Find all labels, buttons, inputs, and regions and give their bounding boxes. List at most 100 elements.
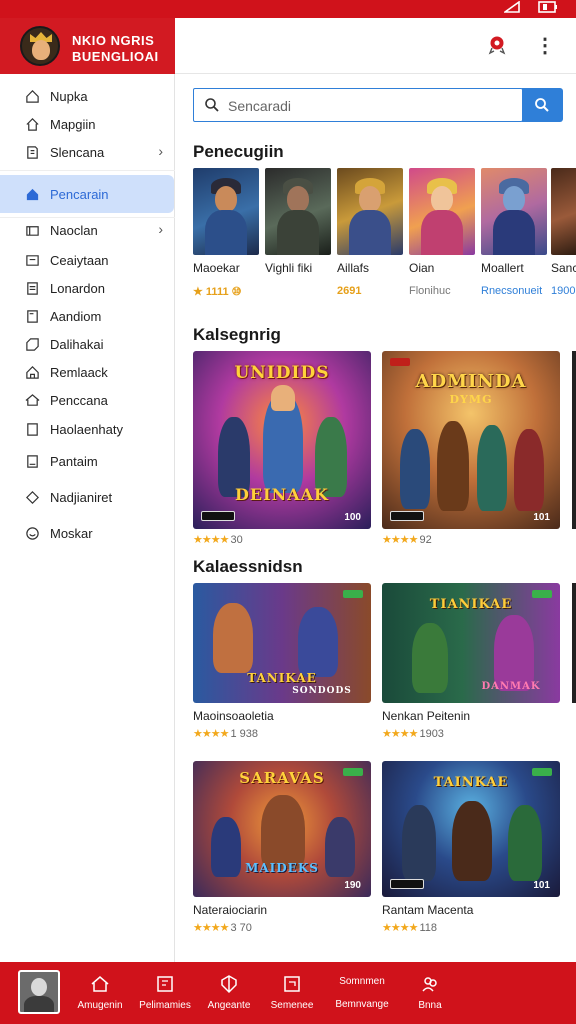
page-icon — [24, 421, 40, 437]
game-card[interactable]: TIANIKAE DANMAK Nenkan Peitenin ★★★★ 1903 — [382, 583, 560, 740]
game-art-subtitle: DYMG — [449, 393, 493, 406]
square-icon — [284, 976, 300, 992]
sidebar-item-pantaim[interactable]: Pantaim — [0, 447, 175, 475]
game-name: Nateraiociarin — [193, 903, 268, 917]
sidebar-item-dalihakai[interactable]: Dalihakai — [0, 330, 175, 358]
sidebar-item-label: Naoclan — [50, 222, 98, 238]
stars-icon: ★★★★ — [382, 534, 418, 546]
game-card-art: TAINKAE 101 — [382, 761, 560, 897]
sidebar-item-mapgiin[interactable]: Mapgiin — [0, 110, 175, 138]
app-brand[interactable]: NKIO NGRIS BUENGLIOAI — [0, 18, 175, 74]
game-thumbnail — [409, 168, 475, 255]
game-count: 101 — [533, 880, 550, 891]
search-icon — [535, 98, 549, 112]
game-card-art: ADMINDA DYMG 101 — [382, 351, 560, 529]
game-card-art: TIANIKAE DANMAK — [382, 583, 560, 703]
game-count: 190 — [344, 880, 361, 891]
chevron-right-icon: › — [158, 221, 163, 237]
game-name: Nenkan Peitenin — [382, 709, 471, 723]
game-meta: 2691 — [337, 285, 362, 297]
game-meta: ★ 1111 ⑩ — [193, 286, 242, 298]
bottom-nav-item-semenee[interactable]: Semenee — [254, 968, 330, 1018]
game-card[interactable]: TAINKAE 101 Rantam Macenta ★★★★ 118 — [382, 761, 560, 934]
bottom-nav-label: Bemnvange — [335, 999, 389, 1010]
tag-icon — [24, 336, 40, 352]
game-card[interactable]: SARAVAS MAIDEKS 190 Nateraiociarin ★★★★ 3… — [193, 761, 371, 934]
game-card[interactable]: TANIKAE SONDODS Maoinsoaoletia ★★★★ 1 938 — [193, 583, 371, 740]
section-title-recommended: Penecugiin — [193, 142, 284, 161]
game-name: Maoinsoaoletia — [193, 709, 274, 723]
game-thumbnail — [481, 168, 547, 255]
bottom-nav-sublabel: Somnmen — [339, 976, 385, 987]
sidebar-item-nadjianiret[interactable]: Nadjianiret — [0, 483, 175, 511]
game-tile[interactable]: Oian Flonihuc — [409, 168, 475, 297]
game-meta: Flonihuc — [409, 285, 451, 297]
game-art-subtitle: SONDODS — [292, 686, 352, 696]
document-icon — [24, 252, 40, 268]
game-art-title: TAINKAE — [433, 775, 509, 790]
section-title-categories: Kalsegnrig — [193, 325, 281, 344]
game-card[interactable]: ADMINDA DYMG 101 ★★★★ 92 — [382, 351, 560, 546]
search-button[interactable] — [522, 88, 563, 122]
sidebar-item-moskar[interactable]: Moskar — [0, 519, 175, 547]
app-logo — [20, 26, 60, 66]
game-name: Maoekar — [193, 261, 240, 275]
game-tile[interactable]: Vighli fiki — [265, 168, 331, 285]
notification-bell-icon[interactable] — [487, 34, 507, 56]
top-bar: ⋮ — [175, 18, 576, 74]
avatar[interactable] — [18, 970, 60, 1014]
page-icon — [24, 453, 40, 469]
bottom-nav: Amugenin Pelimamies Angeante Semenee Som… — [0, 962, 576, 1024]
game-meta: 1900 — [551, 285, 576, 297]
house-outline-icon — [24, 116, 40, 132]
sidebar-item-remlaack[interactable]: Remlaack — [0, 358, 175, 386]
game-name: Sanc — [551, 261, 576, 275]
game-art-title: TIANIKAE — [429, 597, 513, 612]
game-card-art: UNIDIDS DEINAAK 100 — [193, 351, 371, 529]
bottom-nav-item-bnna[interactable]: Bnna — [392, 968, 468, 1018]
sidebar-item-slencana[interactable]: Slencana › — [0, 138, 175, 166]
game-rating: ★★★★ 1903 — [382, 728, 444, 740]
game-tile[interactable]: Maoekar ★ 1111 ⑩ — [193, 168, 259, 298]
sidebar-item-label: Dalihakai — [50, 336, 104, 352]
people-icon — [422, 977, 437, 992]
bottom-nav-label: Bnna — [418, 1000, 442, 1011]
more-options-icon[interactable]: ⋮ — [535, 34, 555, 58]
sidebar-item-penccana[interactable]: Penccana — [0, 386, 175, 414]
game-art-subtitle: DANMAK — [481, 681, 541, 692]
sidebar-item-pencarain[interactable]: Pencarain — [0, 175, 174, 213]
section-title-new: Kalaessnidsn — [193, 557, 303, 576]
home-icon — [24, 88, 40, 104]
game-name: Oian — [409, 261, 435, 275]
sidebar-item-haolaenhaty[interactable]: Haolaenhaty — [0, 415, 175, 443]
sidebar-item-aandiom[interactable]: Aandiom — [0, 302, 175, 330]
game-name: Vighli fiki — [265, 261, 313, 275]
home-outline-icon — [91, 976, 109, 992]
sidebar-item-label: Haolaenhaty — [50, 421, 123, 437]
brand-title-line2: BUENGLIOAI — [72, 49, 159, 64]
list-icon — [24, 280, 40, 296]
sidebar-item-ceaiytaan[interactable]: Ceaiytaan — [0, 246, 175, 274]
brand-title-line1: NKIO NGRIS — [72, 33, 155, 48]
game-card-art: TANIKAE SONDODS — [193, 583, 371, 703]
home-icon — [24, 364, 40, 380]
sidebar-item-label: Lonardon — [50, 280, 105, 296]
game-tile[interactable]: Moallert Rnecsonueit — [481, 168, 547, 297]
sidebar-item-lonardon[interactable]: Lonardon — [0, 274, 175, 302]
game-meta: Rnecsonueit — [481, 285, 543, 297]
bottom-nav-item-bemnvange[interactable]: Somnmen Bemnvange — [324, 968, 400, 1018]
shield-icon — [221, 975, 237, 994]
game-card[interactable]: UNIDIDS DEINAAK 100 ★★★★ 30 — [193, 351, 371, 546]
game-tile[interactable]: Aillafs 2691 — [337, 168, 403, 297]
game-art-title: SARAVAS — [239, 769, 325, 787]
bottom-nav-label: Semenee — [270, 1000, 314, 1011]
sidebar-item-naoclan[interactable]: Naoclan › — [0, 216, 175, 244]
folder-icon — [24, 222, 40, 238]
sidebar-item-nupka[interactable]: Nupka — [0, 82, 175, 110]
sidebar-item-label: Moskar — [50, 525, 93, 541]
signal-icon — [502, 0, 520, 16]
search-input[interactable] — [228, 95, 508, 117]
stars-icon: ★★★★ — [193, 922, 229, 934]
diamond-icon — [24, 489, 40, 505]
game-tile[interactable]: Sanc 1900 — [551, 168, 576, 297]
